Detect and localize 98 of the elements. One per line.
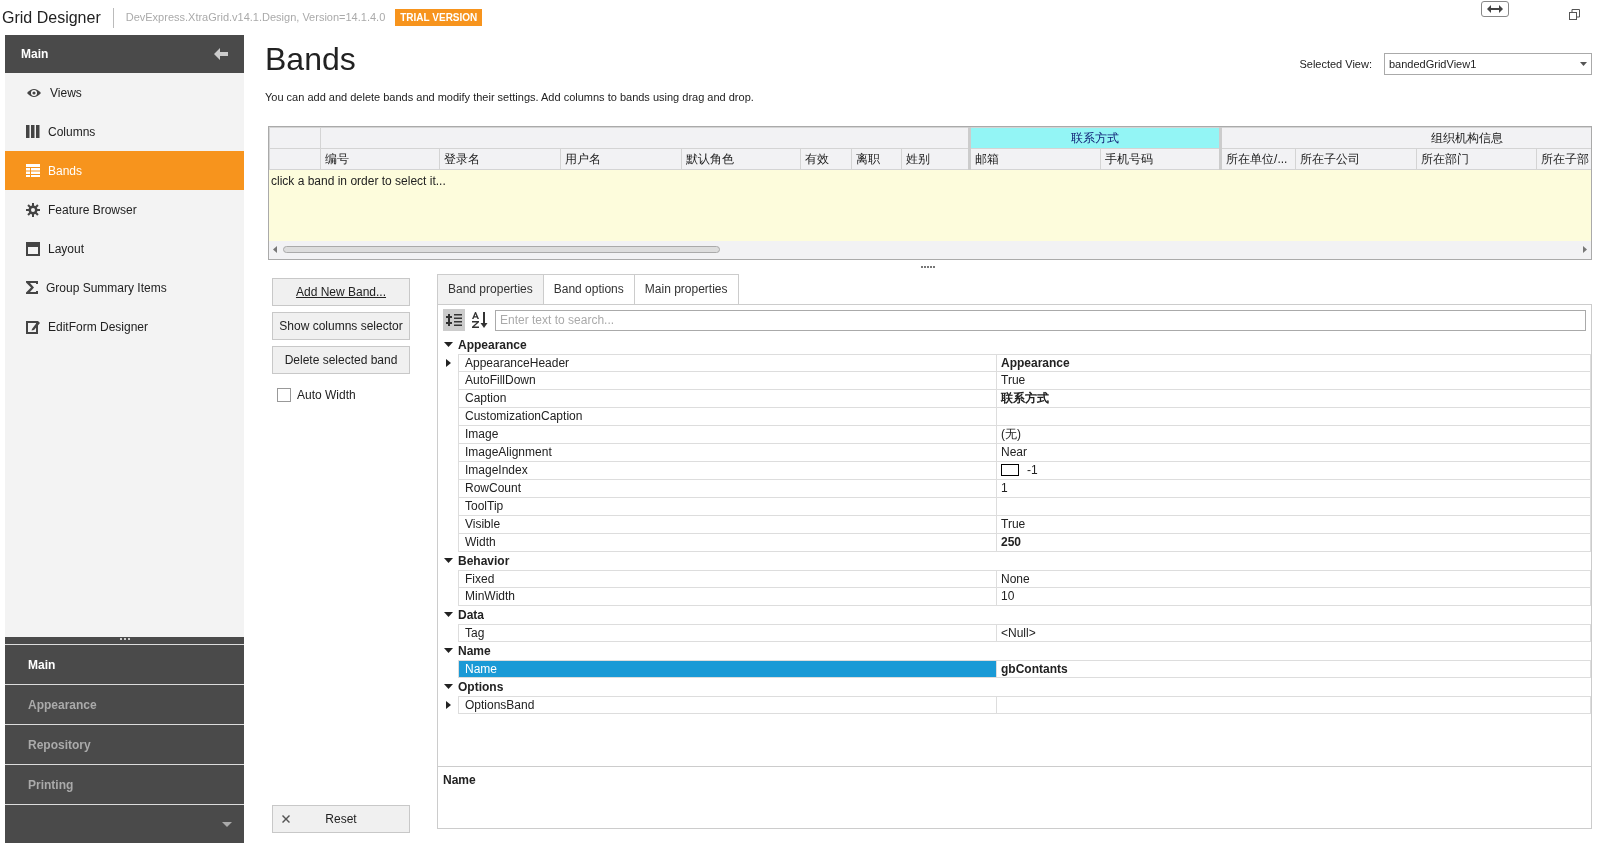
description-text: You can add and delete bands and modify their settings. Add columns to bands using drag and drop. (265, 90, 755, 105)
column-header[interactable]: 所在单位/... (1220, 148, 1296, 169)
collapse-arrow-icon[interactable] (443, 611, 453, 618)
band-header[interactable]: 联系方式 (969, 127, 1221, 148)
property-name[interactable]: Width (458, 533, 997, 552)
description-title: Name (443, 773, 476, 787)
back-arrow-icon[interactable] (214, 48, 228, 60)
categorized-icon (446, 313, 462, 327)
property-value[interactable]: Appearance (997, 353, 1591, 372)
property-name[interactable]: CustomizationCaption (458, 407, 997, 426)
property-name[interactable]: RowCount (458, 479, 997, 498)
dropdown-value: bandedGridView1 (1389, 56, 1477, 72)
sidebar-item[interactable]: EditForm Designer (5, 307, 244, 346)
property-name[interactable]: Caption (458, 389, 997, 408)
columns-icon (26, 125, 40, 138)
property-value[interactable]: Near (997, 443, 1591, 462)
property-value[interactable]: gbContants (997, 659, 1591, 678)
category-label: Appearance (458, 336, 527, 354)
property-name[interactable]: AutoFillDown (458, 371, 997, 390)
caret-icon (222, 821, 232, 827)
trial-badge: TRIAL VERSION (395, 9, 483, 26)
grip-icon (119, 637, 130, 640)
sidebar-item[interactable]: Feature Browser (5, 190, 244, 229)
property-name[interactable]: ImageIndex (458, 461, 997, 480)
caret-icon (1580, 62, 1587, 66)
collapse-arrow-icon[interactable] (443, 683, 453, 690)
categorized-button[interactable] (443, 309, 465, 331)
property-name[interactable]: Visible (458, 515, 997, 534)
property-name[interactable]: Image (458, 425, 997, 444)
field-label: Selected View: (1299, 56, 1372, 72)
checkbox-label: Auto Width (297, 386, 356, 404)
category-label: Name (458, 642, 491, 660)
close-icon (282, 815, 290, 823)
hint-text: click a band in order to select it... (271, 173, 446, 188)
restore-icon (1569, 9, 1580, 20)
expand-arrow-icon[interactable] (445, 358, 451, 367)
collapse-arrow-icon[interactable] (443, 647, 453, 654)
property-name[interactable]: MinWidth (458, 587, 997, 606)
property-value[interactable]: -1 (997, 461, 1591, 480)
property-value[interactable]: True (997, 515, 1591, 534)
property-value[interactable]: 250 (997, 533, 1591, 552)
sigma-icon (26, 281, 38, 294)
sidebar-item[interactable]: Columns (5, 112, 244, 151)
splitter-grip-icon (921, 265, 936, 268)
image-swatch (1001, 464, 1019, 477)
double-arrow-icon (1487, 4, 1503, 13)
tab[interactable]: Main properties (633, 273, 739, 304)
left-arrow-icon (273, 246, 277, 253)
band-header-cell (269, 127, 321, 148)
category-label: Data (458, 606, 484, 624)
property-name[interactable]: Fixed (458, 569, 997, 588)
collapse-arrow-icon[interactable] (443, 557, 453, 564)
property-name[interactable]: AppearanceHeader (458, 353, 997, 372)
property-value[interactable]: 联系方式 (997, 389, 1591, 408)
layout-icon (26, 241, 40, 256)
category-label: Behavior (458, 552, 510, 570)
page-title: Bands (265, 40, 356, 79)
property-name[interactable]: Tag (458, 623, 997, 642)
column-header[interactable]: 邮箱 (969, 148, 1101, 169)
property-value[interactable]: 10 (997, 587, 1591, 606)
add-band-button[interactable]: Add New Band... (272, 277, 410, 306)
nav-group[interactable]: Appearance (5, 685, 244, 725)
category-label: Options (458, 678, 504, 696)
show-columns-button[interactable]: Show columns selector (272, 311, 410, 340)
property-value[interactable]: None (997, 569, 1591, 588)
property-value[interactable]: 1 (997, 479, 1591, 498)
form-icon (26, 319, 40, 334)
property-value[interactable]: (无) (997, 425, 1591, 444)
reset-button[interactable]: Reset (272, 805, 410, 833)
nav-group[interactable]: Printing (5, 765, 244, 805)
sidebar-title: Main (21, 46, 49, 63)
collapse-arrow-icon[interactable] (443, 341, 453, 348)
nav-group[interactable]: Main (5, 645, 244, 685)
nav-group[interactable]: Repository (5, 725, 244, 765)
checkbox[interactable] (277, 387, 291, 402)
eye-icon (26, 86, 42, 99)
sidebar-item[interactable]: Layout (5, 229, 244, 268)
version-text: DevExpress.XtraGrid.v14.1.Design, Version=14.1.4.0 (125, 10, 386, 26)
column-header-cell (269, 148, 321, 169)
band-header[interactable]: 组织机构信息 (1220, 127, 1591, 148)
property-name[interactable]: OptionsBand (458, 695, 997, 714)
view-dropdown[interactable]: bandedGridView1 (1384, 53, 1592, 75)
property-value[interactable]: <Null> (997, 623, 1591, 642)
sidebar-item[interactable]: Views (5, 73, 244, 112)
search-field[interactable]: Enter text to search... (495, 309, 1586, 331)
expand-arrow-icon[interactable] (445, 700, 451, 709)
resize-button[interactable] (1481, 0, 1509, 17)
property-name[interactable]: ToolTip (458, 497, 997, 516)
table-icon (26, 164, 40, 177)
gear-icon (26, 202, 40, 217)
sidebar-item[interactable]: Group Summary Items (5, 268, 244, 307)
delete-band-button[interactable]: Delete selected band (272, 345, 410, 374)
property-name[interactable]: ImageAlignment (458, 443, 997, 462)
window-title: Grid Designer (1, 7, 101, 28)
property-value[interactable]: True (997, 371, 1591, 390)
tab[interactable]: Band properties (437, 273, 544, 304)
sort-icon (472, 312, 488, 328)
right-arrow-icon (1583, 246, 1587, 253)
